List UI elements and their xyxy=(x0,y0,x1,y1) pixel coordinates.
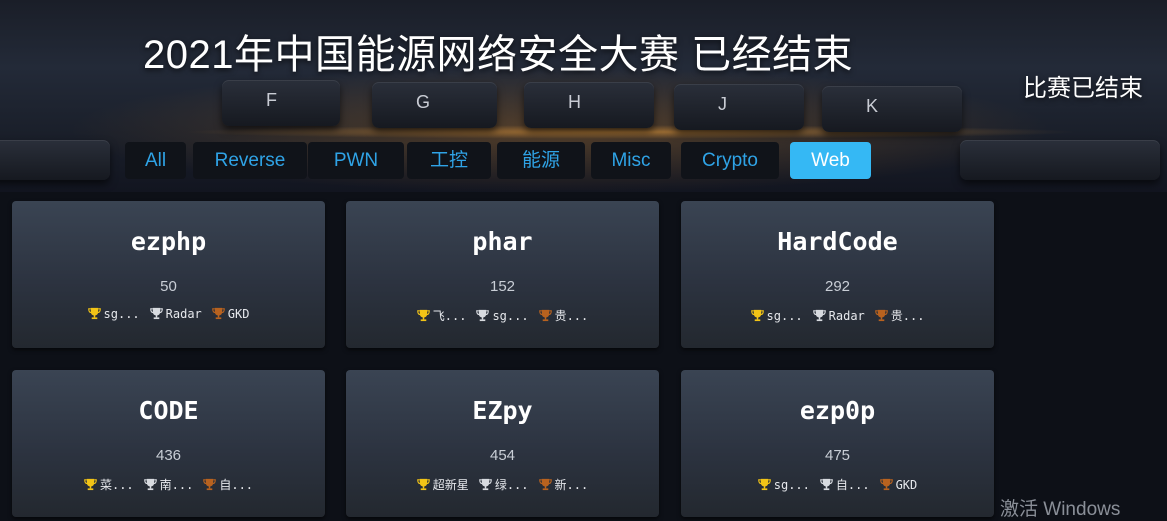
silver-trophy-icon xyxy=(812,309,826,322)
category-tabs: All Reverse PWN 工控 能源 Misc Crypto Web xyxy=(0,142,900,182)
top-solvers: sg... Radar GKD xyxy=(12,307,325,321)
challenge-card[interactable]: CODE 436 菜... 南... 自... xyxy=(12,370,325,517)
solver-name: 贵... xyxy=(890,309,925,323)
challenge-card[interactable]: EZpy 454 超新星 绿... 新... xyxy=(346,370,659,517)
challenge-score: 152 xyxy=(489,278,516,295)
challenge-name: HardCode xyxy=(777,227,898,256)
solver-name: GKD xyxy=(227,307,250,321)
solver-name: 超新星 xyxy=(432,478,469,492)
challenge-card[interactable]: ezp0p 475 sg... 自... GKD xyxy=(681,370,994,517)
solver-entry: sg... xyxy=(476,309,529,323)
solver-name: GKD xyxy=(895,478,918,492)
challenge-card[interactable]: HardCode 292 sg... Radar 贵... xyxy=(681,201,994,348)
bronze-trophy-icon xyxy=(879,478,893,491)
solver-name: 自... xyxy=(835,478,870,492)
keyboard-key: G xyxy=(372,82,497,128)
silver-trophy-icon xyxy=(149,307,163,320)
keyboard-key xyxy=(960,140,1160,180)
tab-all[interactable]: All xyxy=(125,142,186,179)
bronze-trophy-icon xyxy=(538,478,552,491)
solver-name: 自... xyxy=(219,478,254,492)
solver-entry: Radar xyxy=(812,309,865,323)
top-solvers: 飞... sg... 贵... xyxy=(346,307,659,324)
solver-entry: 绿... xyxy=(478,476,529,493)
keyboard-key: F xyxy=(222,80,340,126)
bronze-trophy-icon xyxy=(538,309,552,322)
solver-entry: 飞... xyxy=(416,307,467,324)
solver-entry: 南... xyxy=(143,476,194,493)
solver-entry: sg... xyxy=(757,478,810,492)
solver-name: sg... xyxy=(773,478,810,492)
solver-entry: GKD xyxy=(211,307,250,321)
keyboard-key: H xyxy=(524,82,654,128)
challenge-score: 475 xyxy=(824,447,851,464)
tab-reverse[interactable]: Reverse xyxy=(193,142,307,179)
solver-name: 菜... xyxy=(99,478,134,492)
challenge-name: phar xyxy=(472,227,533,256)
page-title: 2021年中国能源网络安全大赛 已经结束 xyxy=(143,33,854,77)
tab-web[interactable]: Web xyxy=(790,142,871,179)
header-banner: F G H J K 2021年中国能源网络安全大赛 已经结束 比赛已结束 All… xyxy=(0,0,1167,192)
tab-pwn[interactable]: PWN xyxy=(308,142,404,179)
gold-trophy-icon xyxy=(416,478,430,491)
bronze-trophy-icon xyxy=(874,309,888,322)
solver-name: 新... xyxy=(554,478,589,492)
solver-entry: GKD xyxy=(879,478,918,492)
challenge-name: ezphp xyxy=(130,227,207,256)
solver-entry: 自... xyxy=(203,476,253,493)
top-solvers: 超新星 绿... 新... xyxy=(346,476,659,493)
top-solvers: 菜... 南... 自... xyxy=(12,476,325,493)
challenge-score: 436 xyxy=(155,447,182,464)
solver-name: 绿... xyxy=(494,478,529,492)
silver-trophy-icon xyxy=(478,478,492,491)
tab-ics[interactable]: 工控 xyxy=(407,142,491,179)
solver-name: Radar xyxy=(828,309,865,323)
challenge-name: EZpy xyxy=(472,396,533,425)
gold-trophy-icon xyxy=(87,307,101,320)
keyboard-key: K xyxy=(822,86,962,132)
solver-name: Radar xyxy=(165,307,202,321)
solver-name: 南... xyxy=(159,478,194,492)
solver-entry: 新... xyxy=(538,476,589,493)
solver-entry: sg... xyxy=(750,309,803,323)
gold-trophy-icon xyxy=(416,309,430,322)
challenge-card[interactable]: phar 152 飞... sg... 贵... xyxy=(346,201,659,348)
tab-crypto[interactable]: Crypto xyxy=(681,142,779,179)
challenge-name: ezp0p xyxy=(799,396,876,425)
solver-entry: 贵... xyxy=(538,307,589,324)
solver-name: 贵... xyxy=(554,309,589,323)
challenge-score: 50 xyxy=(160,278,177,295)
solver-entry: 自... xyxy=(820,476,870,493)
tab-misc[interactable]: Misc xyxy=(591,142,671,179)
challenge-name: CODE xyxy=(138,396,199,425)
challenge-score: 292 xyxy=(824,278,851,295)
solver-name: 飞... xyxy=(432,309,467,323)
windows-activation-watermark: 激活 Windows xyxy=(1000,499,1121,520)
keyboard-key: J xyxy=(674,84,804,130)
solver-entry: Radar xyxy=(149,307,202,321)
challenge-score: 454 xyxy=(489,447,516,464)
solver-name: sg... xyxy=(492,309,529,323)
solver-name: sg... xyxy=(103,307,140,321)
silver-trophy-icon xyxy=(143,478,157,491)
gold-trophy-icon xyxy=(84,478,97,491)
solver-name: sg... xyxy=(766,309,803,323)
top-solvers: sg... Radar 贵... xyxy=(681,307,994,324)
gold-trophy-icon xyxy=(750,309,764,322)
silver-trophy-icon xyxy=(820,478,833,491)
bronze-trophy-icon xyxy=(203,478,217,491)
solver-entry: sg... xyxy=(87,307,140,321)
solver-entry: 超新星 xyxy=(416,476,469,493)
solver-entry: 贵... xyxy=(874,307,925,324)
silver-trophy-icon xyxy=(476,309,490,322)
tab-energy[interactable]: 能源 xyxy=(497,142,585,179)
bronze-trophy-icon xyxy=(211,307,225,320)
challenge-card[interactable]: ezphp 50 sg... Radar GKD xyxy=(12,201,325,348)
top-solvers: sg... 自... GKD xyxy=(681,476,994,493)
solver-entry: 菜... xyxy=(84,476,134,493)
gold-trophy-icon xyxy=(757,478,771,491)
competition-status: 比赛已结束 xyxy=(1023,75,1143,102)
